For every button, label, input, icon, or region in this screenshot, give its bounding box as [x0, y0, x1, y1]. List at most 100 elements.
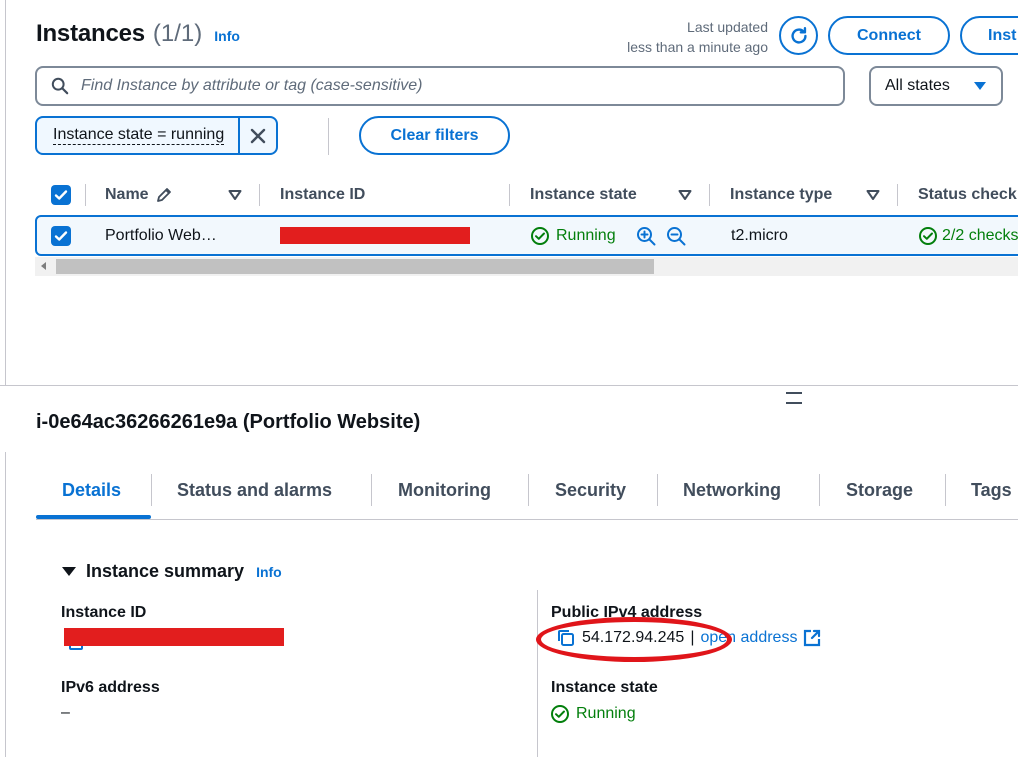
table-row[interactable]: Portfolio Web… Running t2.micro 2/2 chec…	[35, 215, 1018, 256]
sort-type-button[interactable]	[866, 176, 880, 214]
column-header-label: Instance state	[530, 186, 637, 203]
separator-bar: |	[690, 629, 695, 646]
instance-id-value	[64, 628, 286, 650]
column-header-instance-state[interactable]: Instance state	[530, 176, 637, 214]
summary-info-link[interactable]: Info	[256, 564, 282, 580]
column-separator	[709, 184, 710, 206]
detail-title: i-0e64ac36266261e9a (Portfolio Website)	[36, 411, 421, 433]
tab-tags[interactable]: Tags	[945, 472, 1018, 508]
checkbox	[51, 225, 71, 246]
column-header-name[interactable]: Name	[105, 176, 173, 214]
close-icon	[251, 128, 266, 143]
cell-instance-type: t2.micro	[731, 226, 788, 244]
detail-tabs: Details Status and alarms Monitoring Sec…	[36, 472, 1018, 519]
collapse-caret-icon	[62, 567, 76, 576]
states-dropdown-value: All states	[885, 77, 950, 94]
tab-monitoring[interactable]: Monitoring	[372, 472, 517, 508]
scroll-left-icon[interactable]	[41, 262, 46, 270]
status-success-icon	[551, 705, 569, 723]
last-updated: Last updated less than a minute ago	[627, 17, 768, 57]
refresh-button[interactable]	[779, 16, 818, 55]
tab-details[interactable]: Details	[36, 472, 147, 508]
ipv4-text: 54.172.94.245	[582, 629, 685, 646]
horizontal-scrollbar[interactable]	[35, 257, 1018, 276]
redaction-bar	[64, 628, 284, 646]
filter-divider	[328, 118, 329, 155]
connect-button[interactable]: Connect	[828, 16, 950, 55]
column-separator	[85, 184, 86, 206]
zoom-out-icon	[667, 226, 686, 245]
table-header: Name Instance ID Instance state Instance…	[35, 176, 1018, 214]
select-all-checkbox[interactable]	[51, 176, 71, 214]
external-link-icon[interactable]	[803, 629, 821, 647]
search-input[interactable]	[81, 77, 801, 95]
sort-caret-icon	[228, 190, 242, 200]
sort-state-button[interactable]	[678, 176, 692, 214]
status-success-icon	[919, 226, 937, 245]
public-ipv4-label: Public IPv4 address	[551, 604, 703, 621]
open-address-link[interactable]: open address	[700, 629, 797, 647]
filter-token: Instance state = running	[35, 116, 279, 155]
row-checkbox[interactable]	[51, 217, 71, 254]
cell-status-check: 2/2 checks	[918, 217, 1018, 254]
search-bar[interactable]	[35, 66, 845, 106]
edit-icon	[156, 188, 171, 202]
instance-state-button[interactable]: Inst	[960, 16, 1018, 55]
instance-id-label: Instance ID	[61, 604, 147, 621]
sort-caret-icon	[678, 190, 692, 200]
column-header-label: Name	[105, 186, 149, 203]
resize-handle-icon[interactable]	[786, 392, 802, 404]
column-separator	[897, 184, 898, 206]
instance-state-value: Running	[550, 704, 636, 724]
instance-count: (1/1)	[152, 20, 203, 47]
left-border-lower	[5, 452, 6, 757]
states-dropdown[interactable]: All states	[869, 66, 1003, 106]
column-header-label: Status check	[918, 186, 1017, 203]
copy-icon[interactable]	[556, 628, 576, 648]
filter-token-label[interactable]: Instance state = running	[37, 118, 241, 153]
summary-title: Instance summary	[86, 561, 245, 581]
zoom-in-button[interactable]	[636, 217, 656, 254]
zoom-in-icon	[637, 226, 656, 245]
column-header-label: Instance ID	[280, 186, 366, 203]
column-header-instance-id[interactable]: Instance ID	[280, 176, 365, 214]
cell-instance-id[interactable]	[280, 217, 470, 254]
instance-id-redacted	[64, 628, 286, 650]
tab-security[interactable]: Security	[529, 472, 652, 508]
page-header: Instances (1/1) Info	[36, 20, 240, 48]
status-check-text: 2/2 checks	[942, 226, 1018, 244]
clear-filters-button[interactable]: Clear filters	[359, 116, 510, 155]
sort-caret-icon	[866, 190, 880, 200]
tab-status-and-alarms[interactable]: Status and alarms	[151, 472, 358, 508]
column-header-status-check[interactable]: Status check	[918, 176, 1017, 214]
tab-networking[interactable]: Networking	[657, 472, 807, 508]
cell-instance-state: Running	[530, 217, 616, 254]
search-icon	[51, 77, 69, 95]
sort-name-button[interactable]	[228, 176, 242, 214]
split-panel-divider	[0, 385, 1018, 386]
tab-storage[interactable]: Storage	[820, 472, 939, 508]
remove-filter-button[interactable]	[240, 118, 276, 153]
zoom-out-button[interactable]	[666, 217, 686, 254]
last-updated-label: Last updated	[687, 19, 768, 35]
instance-state-label: Instance state	[551, 679, 658, 696]
caret-down-icon	[974, 82, 986, 90]
check-icon	[54, 190, 68, 200]
status-success-icon	[531, 226, 549, 245]
header-info-link[interactable]: Info	[214, 28, 240, 44]
column-separator	[259, 184, 260, 206]
state-text: Running	[556, 226, 616, 244]
instance-summary-header[interactable]: Instance summary Info	[62, 561, 282, 582]
instance-state-text: Running	[576, 705, 636, 722]
cell-name: Portfolio Web…	[105, 226, 217, 244]
left-border	[5, 0, 6, 386]
refresh-icon	[790, 26, 807, 44]
column-header-label: Instance type	[730, 186, 833, 203]
ipv6-value: –	[61, 704, 70, 721]
filter-token-text: Instance state = running	[53, 126, 225, 145]
redaction-bar	[280, 227, 470, 244]
column-header-instance-type[interactable]: Instance type	[730, 176, 832, 214]
last-updated-value: less than a minute ago	[627, 39, 768, 55]
tabs-divider	[36, 519, 1018, 520]
scrollbar-thumb[interactable]	[56, 259, 654, 274]
